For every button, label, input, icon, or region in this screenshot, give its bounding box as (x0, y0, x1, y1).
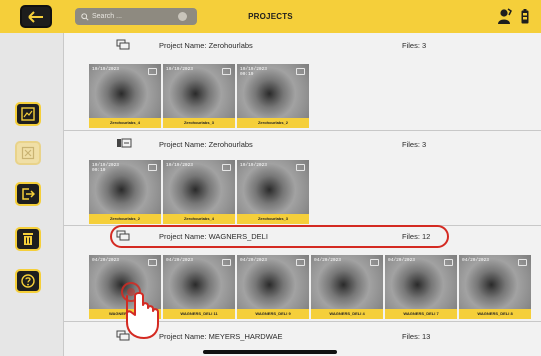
thumbnail-caption: Zerohourlabs_2 (237, 118, 309, 128)
delete-image-button[interactable] (15, 141, 41, 165)
back-button[interactable] (20, 5, 52, 28)
trash-icon (23, 233, 33, 245)
divider (64, 130, 541, 131)
clear-search-icon[interactable] (178, 12, 187, 21)
gallery-badge-icon (222, 68, 231, 75)
thumbnail-timestamp: 04/20/2023 (240, 258, 268, 263)
gallery-badge-icon (148, 68, 157, 75)
image-thumbnail[interactable]: 10/19/2023 Zerohourlabs_4 (89, 64, 161, 128)
thumbnail-timestamp: 10/19/2023 (166, 67, 194, 72)
gallery-badge-icon (148, 259, 157, 266)
image-thumbnail[interactable]: 04/20/2023 WAGNERS_DELI 7 (385, 255, 457, 319)
image-thumbnail[interactable]: 10/19/2023 00:19 Zerohourlabs_2 (237, 64, 309, 128)
thumbnail-caption: Zerohourlabs_4 (89, 118, 161, 128)
thumbnail-timestamp: 10/19/2023 (166, 163, 194, 168)
thumbnail-caption: Zerohourlabs_4 (163, 214, 235, 224)
gallery-badge-icon (148, 164, 157, 171)
tap-gesture-icon (121, 282, 159, 339)
gallery-badge-icon (222, 259, 231, 266)
export-button[interactable] (15, 182, 41, 206)
export-icon (22, 188, 35, 200)
image-thumbnail[interactable]: 04/20/2023 WAGNERS_DELI 9 (237, 255, 309, 319)
image-thumbnail[interactable]: 04/20/2023 WAGNERS_DELI 11 (163, 255, 235, 319)
gallery-badge-icon (296, 259, 305, 266)
project-card-icon (116, 39, 130, 50)
image-thumbnail[interactable]: 04/20/2023 WAGNERS_DELI 8 (459, 255, 531, 319)
image-thumbnail[interactable]: 10/19/2023 Zerohourlabs_3 (237, 160, 309, 224)
thumbnail-caption: WAGNERS_DELI 8 (459, 309, 531, 319)
image-thumbnail[interactable]: 10/19/2023 00:19 Zerohourlabs_2 (89, 160, 161, 224)
gallery-badge-icon (296, 68, 305, 75)
thumbnail-timestamp: 10/19/2023 00:19 (240, 67, 268, 77)
thumbnail-timestamp: 10/19/2023 00:19 (92, 163, 120, 173)
project-name: Project Name: Zerohourlabs (159, 41, 253, 50)
gallery-badge-icon (370, 259, 379, 266)
help-button[interactable] (15, 269, 41, 293)
gallery-badge-icon (518, 259, 527, 266)
thumbnail-caption: WAGNERS_DELI 9 (237, 309, 309, 319)
delete-image-icon (21, 146, 35, 160)
search-placeholder: Search ... (92, 13, 122, 20)
thumbnail-caption: WAGNERS_DELI 4 (311, 309, 383, 319)
project-file-count: Files: 3 (402, 41, 427, 50)
image-thumbnail[interactable]: 10/19/2023 Zerohourlabs_3 (163, 64, 235, 128)
project-file-count: Files: 13 (402, 332, 431, 341)
image-thumbnail[interactable]: 04/20/2023 WAGNERS_DELI 4 (311, 255, 383, 319)
sidebar (0, 33, 64, 356)
gallery-badge-icon (296, 164, 305, 171)
thumbnail-timestamp: 10/19/2023 (240, 163, 268, 168)
gallery-badge-icon (444, 259, 453, 266)
battery-icon (521, 8, 529, 23)
project-name: Project Name: Zerohourlabs (159, 140, 253, 149)
top-bar: Search ... PROJECTS (0, 0, 541, 33)
thumbnail-caption: WAGNERS_DELI 7 (385, 309, 457, 319)
trash-button[interactable] (15, 227, 41, 251)
thumbnail-caption: Zerohourlabs_3 (237, 214, 309, 224)
gallery-button[interactable] (15, 102, 41, 126)
thumbnail-timestamp: 04/20/2023 (92, 258, 120, 263)
help-icon (21, 274, 35, 288)
thumbnail-caption: Zerohourlabs_3 (163, 118, 235, 128)
back-arrow-icon (28, 10, 43, 23)
project-file-count: Files: 3 (402, 140, 427, 149)
thumbnail-timestamp: 04/20/2023 (462, 258, 490, 263)
thumbnail-timestamp: 04/20/2023 (166, 258, 194, 263)
search-icon (81, 12, 89, 21)
thumbnail-caption: Zerohourlabs_2 (89, 214, 161, 224)
home-indicator (203, 350, 337, 354)
thumbnail-timestamp: 10/19/2023 (92, 67, 120, 72)
row-highlight-outline (110, 225, 449, 248)
image-thumbnail[interactable]: 10/19/2023 Zerohourlabs_4 (163, 160, 235, 224)
gallery-badge-icon (222, 164, 231, 171)
user-icon[interactable] (498, 8, 512, 24)
thumbnail-timestamp: 04/20/2023 (314, 258, 342, 263)
search-input[interactable]: Search ... (75, 8, 197, 25)
thumbnail-caption: WAGNERS_DELI 11 (163, 309, 235, 319)
gallery-icon (21, 107, 35, 121)
thumbnail-timestamp: 04/20/2023 (388, 258, 416, 263)
project-name: Project Name: MEYERS_HARDWAE (159, 332, 283, 341)
project-card-icon (117, 138, 132, 148)
